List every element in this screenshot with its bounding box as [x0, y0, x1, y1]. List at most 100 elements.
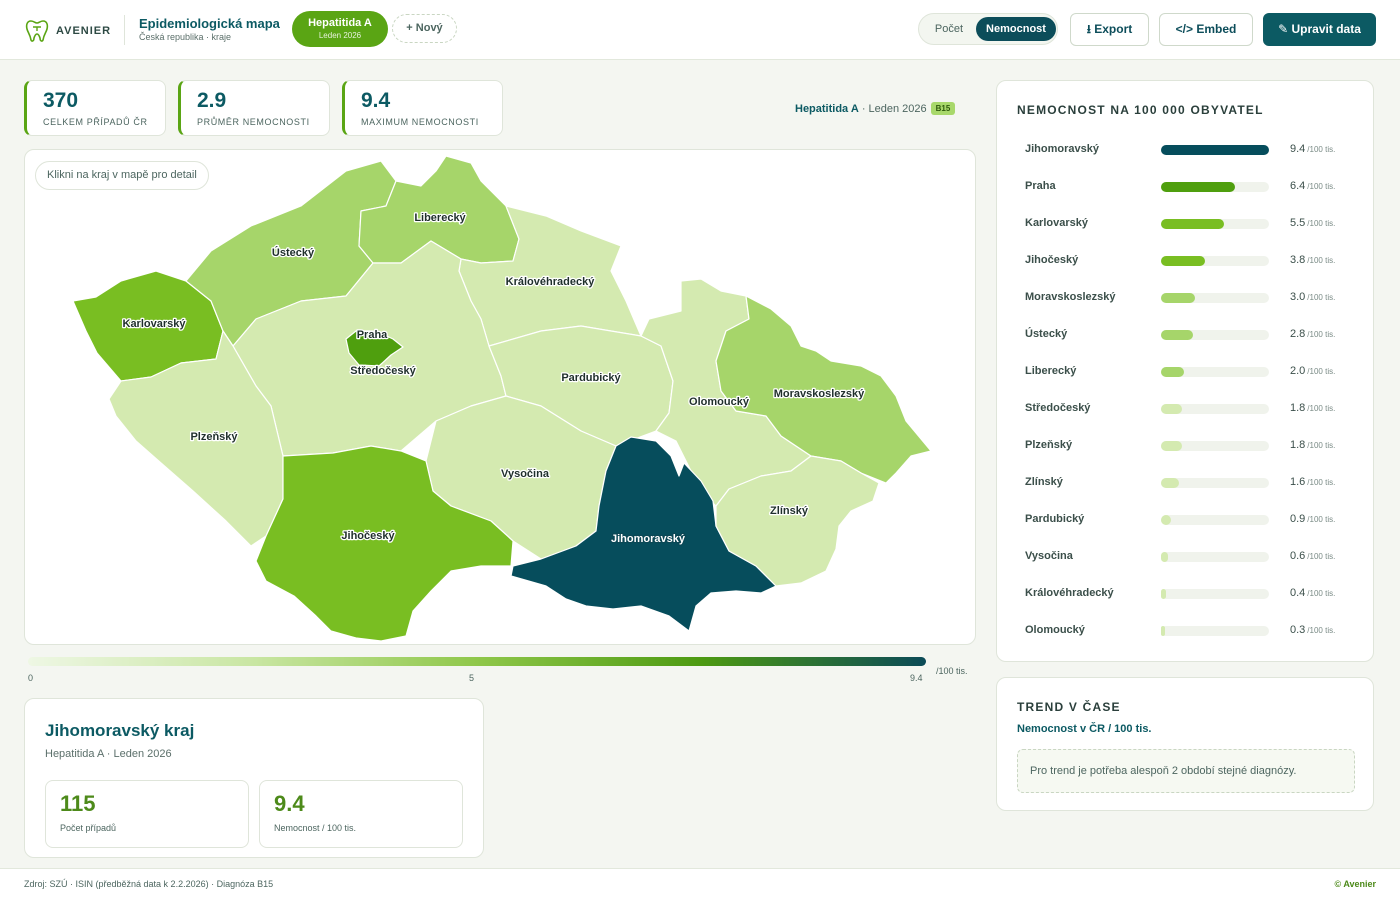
- map-region-label: Vysočina: [501, 468, 550, 480]
- ranking-value-number: 2.8: [1290, 328, 1306, 340]
- ranking-value-number: 3.0: [1290, 291, 1306, 303]
- map-region-label: Zlínský: [770, 505, 809, 517]
- disease-tab-active[interactable]: Hepatitida A Leden 2026: [292, 11, 388, 47]
- tooth-logo-icon: [25, 20, 49, 42]
- ranking-unit: /100 tis.: [1307, 441, 1336, 450]
- ranking-value: 2.0/100 tis.: [1290, 365, 1335, 377]
- trend-title: TREND V ČASE: [1017, 700, 1121, 714]
- ranking-region-name: Jihočeský: [1025, 254, 1079, 266]
- ranking-region-name: Plzeňský: [1025, 439, 1073, 451]
- ranking-unit: /100 tis.: [1307, 330, 1336, 339]
- embed-button[interactable]: </> Embed: [1159, 13, 1253, 46]
- ranking-value: 0.3/100 tis.: [1290, 624, 1335, 636]
- stat-value: 9.4: [361, 89, 391, 112]
- stat-value: 370: [43, 89, 79, 112]
- ranking-unit: /100 tis.: [1307, 404, 1336, 413]
- ranking-row[interactable]: Středočeský 1.8/100 tis.: [1025, 402, 1355, 416]
- map-region-label: Jihomoravský: [611, 533, 686, 545]
- ranking-row[interactable]: Liberecký 2.0/100 tis.: [1025, 365, 1355, 379]
- ranking-bar-track: [1161, 293, 1269, 303]
- ranking-bar-track: [1161, 626, 1269, 636]
- detail-cases-label: Počet případů: [60, 823, 117, 833]
- export-button[interactable]: ⭳ Export: [1070, 13, 1149, 46]
- edit-data-button[interactable]: ✎ Upravit data: [1263, 13, 1376, 46]
- ranking-value: 0.6/100 tis.: [1290, 550, 1335, 562]
- ranking-bar-fill: [1161, 552, 1168, 562]
- map-region-label: Liberecký: [414, 212, 466, 224]
- footer-brand: © Avenier: [1334, 879, 1376, 889]
- ranking-unit: /100 tis.: [1307, 552, 1336, 561]
- detail-title: Jihomoravský kraj: [45, 721, 195, 740]
- new-disease-button[interactable]: + Nový: [392, 14, 457, 43]
- ranking-value-number: 0.3: [1290, 624, 1306, 636]
- ranking-row[interactable]: Zlínský 1.6/100 tis.: [1025, 476, 1355, 490]
- diagnosis-code-badge: B15: [930, 102, 956, 115]
- ranking-bar-fill: [1161, 256, 1205, 266]
- ranking-row[interactable]: Karlovarský 5.5/100 tis.: [1025, 217, 1355, 231]
- header-divider: [124, 15, 125, 45]
- incidence-ranking-card: NEMOCNOST NA 100 000 OBYVATEL Jihomoravs…: [996, 80, 1374, 662]
- map-card: Karlovarský Ústecký Liberecký Královéhradec…: [24, 149, 976, 645]
- ranking-row[interactable]: Plzeňský 1.8/100 tis.: [1025, 439, 1355, 453]
- ranking-bar-track: [1161, 478, 1269, 488]
- stat-max-rate: 9.4 MAXIMUM NEMOCNOSTI: [342, 80, 503, 136]
- detail-rate-value: 9.4: [274, 791, 305, 816]
- ranking-row[interactable]: Praha 6.4/100 tis.: [1025, 180, 1355, 194]
- ranking-value: 1.8/100 tis.: [1290, 402, 1335, 414]
- stat-label: PRŮMĚR NEMOCNOSTI: [197, 117, 310, 127]
- ranking-value-number: 0.9: [1290, 513, 1306, 525]
- ranking-unit: /100 tis.: [1307, 626, 1336, 635]
- ranking-unit: /100 tis.: [1307, 515, 1336, 524]
- stat-average-rate: 2.9 PRŮMĚR NEMOCNOSTI: [178, 80, 330, 136]
- selection-label: Hepatitida A · Leden 2026 B15: [795, 102, 956, 115]
- trend-card: TREND V ČASE Nemocnost v ČR / 100 tis. P…: [996, 677, 1374, 811]
- stat-value: 2.9: [197, 89, 227, 112]
- map-hint: Klikni na kraj v mapě pro detail: [35, 161, 209, 190]
- ranking-value-number: 1.8: [1290, 402, 1306, 414]
- ranking-row[interactable]: Vysočina 0.6/100 tis.: [1025, 550, 1355, 564]
- ranking-bar-fill: [1161, 219, 1224, 229]
- ranking-bar-fill: [1161, 330, 1193, 340]
- ranking-bar-fill: [1161, 626, 1165, 636]
- disease-tab-name: Hepatitida A: [308, 17, 372, 29]
- brand-logo[interactable]: AVENIER: [24, 18, 111, 44]
- ranking-title: NEMOCNOST NA 100 000 OBYVATEL: [1017, 103, 1264, 117]
- legend-max: 9.4: [910, 673, 923, 683]
- ranking-row[interactable]: Královéhradecký 0.4/100 tis.: [1025, 587, 1355, 601]
- ranking-region-name: Vysočina: [1025, 550, 1073, 562]
- ranking-region-name: Praha: [1025, 180, 1056, 192]
- toggle-incidence[interactable]: Nemocnost: [976, 17, 1056, 41]
- ranking-unit: /100 tis.: [1307, 589, 1336, 598]
- ranking-unit: /100 tis.: [1307, 256, 1336, 265]
- map-region-label: Plzeňský: [190, 431, 238, 443]
- toggle-count[interactable]: Počet: [923, 17, 975, 41]
- ranking-row[interactable]: Pardubický 0.9/100 tis.: [1025, 513, 1355, 527]
- map-region-label: Pardubický: [561, 372, 621, 384]
- stat-label: CELKEM PŘÍPADŮ ČR: [43, 117, 148, 127]
- app-subtitle: Česká republika · kraje: [139, 32, 232, 42]
- ranking-row[interactable]: Jihomoravský 9.4/100 tis.: [1025, 143, 1355, 157]
- ranking-bar-track: [1161, 256, 1269, 266]
- ranking-bar-fill: [1161, 515, 1171, 525]
- ranking-value-number: 1.6: [1290, 476, 1306, 488]
- legend-min: 0: [28, 673, 34, 683]
- ranking-row[interactable]: Olomoucký 0.3/100 tis.: [1025, 624, 1355, 638]
- ranking-region-name: Liberecký: [1025, 365, 1077, 377]
- ranking-row[interactable]: Ústecký 2.8/100 tis.: [1025, 328, 1355, 342]
- map-region-label: Královéhradecký: [506, 276, 596, 288]
- ranking-value: 0.4/100 tis.: [1290, 587, 1335, 599]
- ranking-bar-track: [1161, 145, 1269, 155]
- detail-rate-box: 9.4 Nemocnost / 100 tis.: [259, 780, 463, 848]
- ranking-value: 6.4/100 tis.: [1290, 180, 1335, 192]
- ranking-row[interactable]: Jihočeský 3.8/100 tis.: [1025, 254, 1355, 268]
- map-region-label: Jihočeský: [341, 530, 395, 542]
- metric-toggle: Počet Nemocnost: [918, 13, 1058, 45]
- ranking-row[interactable]: Moravskoslezský 3.0/100 tis.: [1025, 291, 1355, 305]
- ranking-value: 1.8/100 tis.: [1290, 439, 1335, 451]
- ranking-unit: /100 tis.: [1307, 478, 1336, 487]
- ranking-value: 9.4/100 tis.: [1290, 143, 1335, 155]
- ranking-bar-track: [1161, 182, 1269, 192]
- ranking-bar-fill: [1161, 589, 1166, 599]
- ranking-bar-track: [1161, 552, 1269, 562]
- ranking-region-name: Jihomoravský: [1025, 143, 1099, 155]
